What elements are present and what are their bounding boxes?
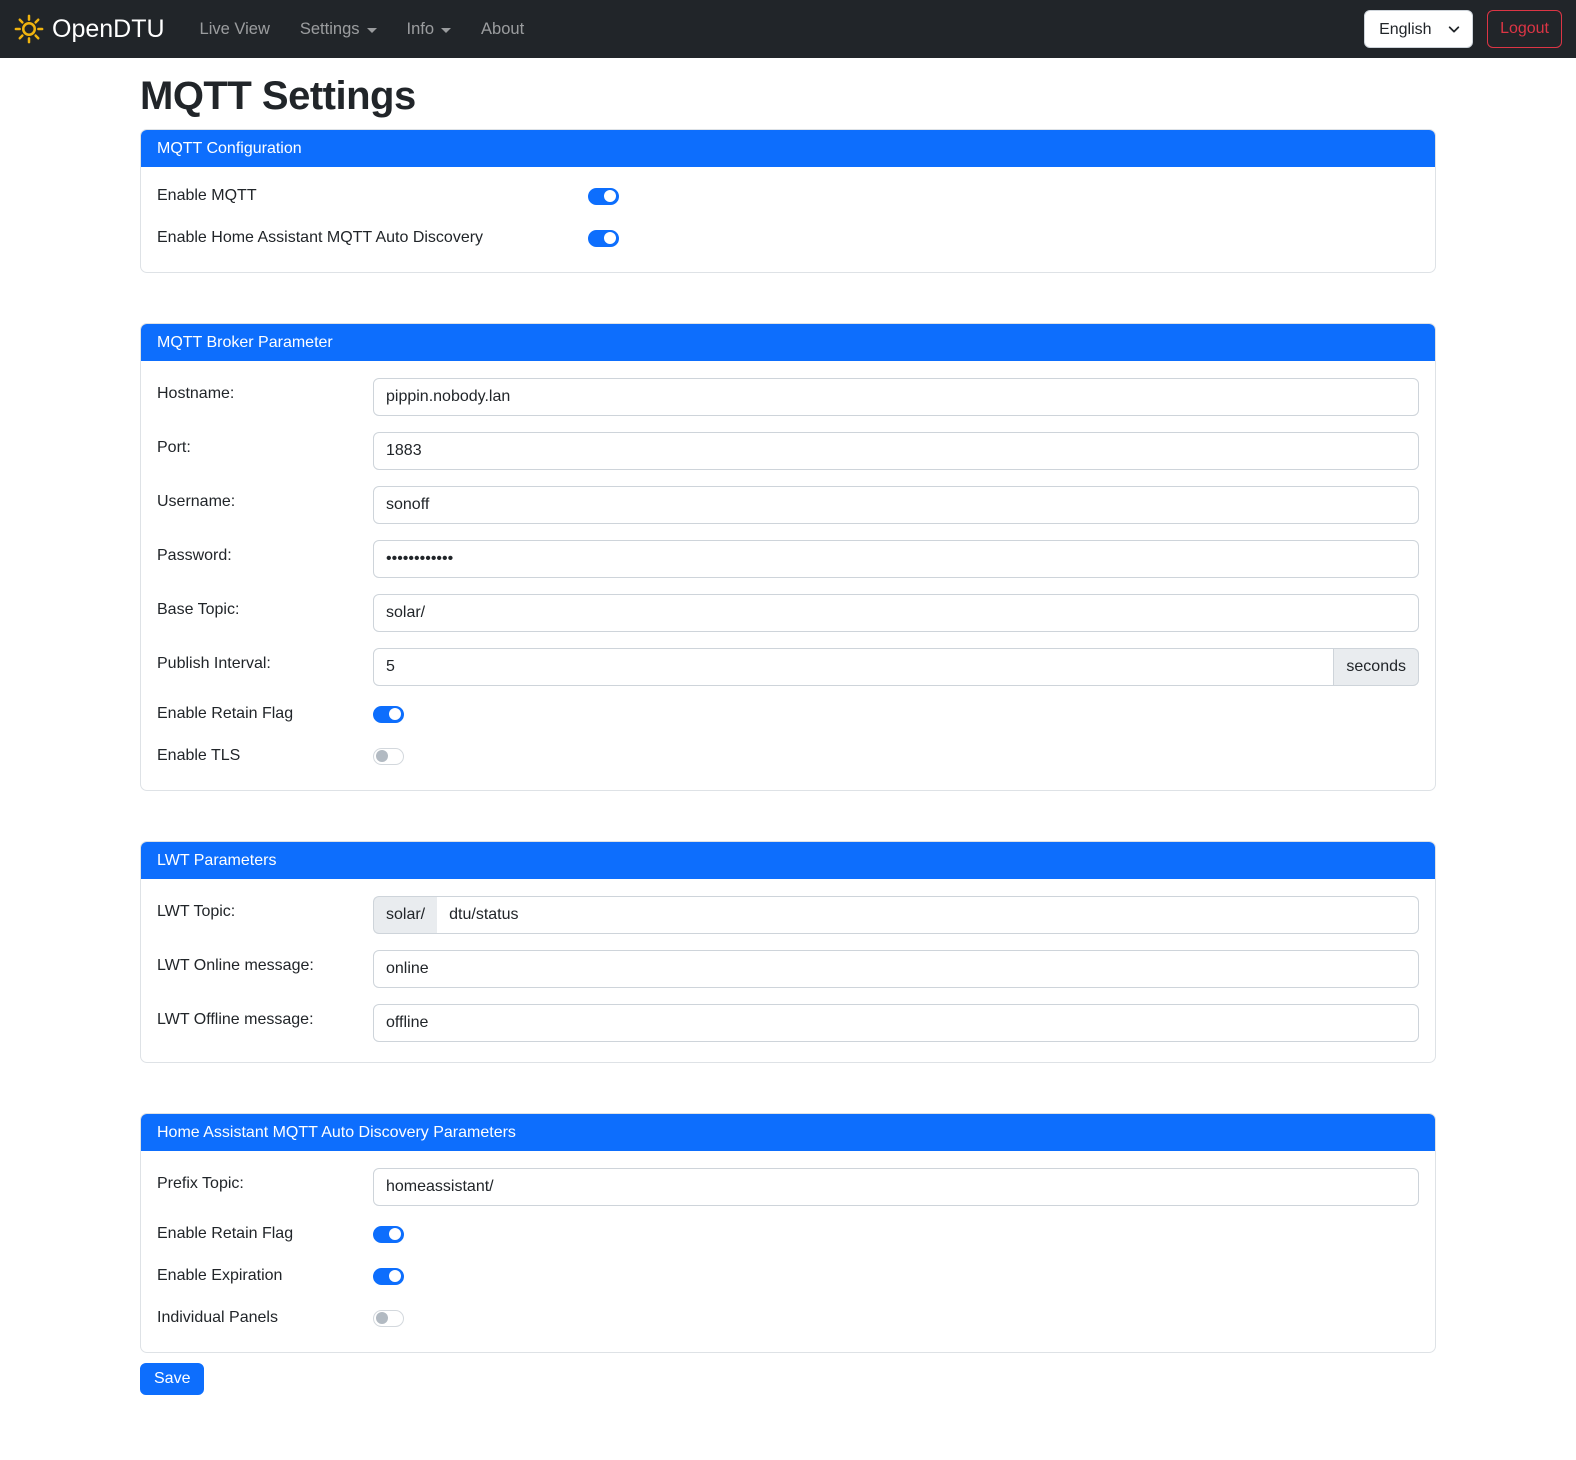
caret-down-icon: [441, 28, 451, 33]
enable-mqtt-label: Enable MQTT: [157, 187, 588, 205]
lwt-offline-label: LWT Offline message:: [157, 1004, 373, 1042]
nav-item-about[interactable]: About: [466, 12, 539, 47]
field-row-hostname: Hostname:: [157, 378, 1419, 416]
lwt-offline-input[interactable]: [373, 1004, 1419, 1042]
nav-item-settings[interactable]: Settings: [285, 12, 392, 47]
field-row-publish-interval: Publish Interval: seconds: [157, 648, 1419, 686]
hostname-input[interactable]: [373, 378, 1419, 416]
prefix-topic-input[interactable]: [373, 1168, 1419, 1206]
enable-mqtt-toggle[interactable]: [588, 188, 619, 205]
toggle-knob: [604, 232, 616, 244]
nav-right: English Logout: [1364, 10, 1562, 48]
seconds-addon: seconds: [1334, 648, 1419, 686]
username-label: Username:: [157, 486, 373, 524]
field-row-username: Username:: [157, 486, 1419, 524]
hostname-label: Hostname:: [157, 378, 373, 416]
field-row-port: Port:: [157, 432, 1419, 470]
retain-flag-toggle[interactable]: [373, 706, 404, 723]
port-input[interactable]: [373, 432, 1419, 470]
publish-interval-label: Publish Interval:: [157, 648, 373, 686]
switch-row-ha-expiration: Enable Expiration: [157, 1264, 1419, 1288]
lwt-online-input[interactable]: [373, 950, 1419, 988]
lwt-topic-input[interactable]: [437, 896, 1419, 934]
card-mqtt-broker-parameter: MQTT Broker Parameter Hostname: Port: Us…: [140, 323, 1436, 791]
switch-row-individual-panels: Individual Panels: [157, 1306, 1419, 1330]
card-mqtt-configuration: MQTT Configuration Enable MQTT Enable Ho…: [140, 129, 1436, 273]
ha-auto-discovery-label: Enable Home Assistant MQTT Auto Discover…: [157, 229, 588, 247]
card-ha-auto-discovery-parameters: Home Assistant MQTT Auto Discovery Param…: [140, 1113, 1436, 1353]
card-header: Home Assistant MQTT Auto Discovery Param…: [141, 1114, 1435, 1151]
nav-item-info[interactable]: Info: [392, 12, 467, 47]
toggle-knob: [389, 708, 401, 720]
field-row-lwt-topic: LWT Topic: solar/: [157, 896, 1419, 934]
ha-retain-flag-label: Enable Retain Flag: [157, 1225, 373, 1243]
switch-row-tls: Enable TLS: [157, 744, 1419, 768]
language-select-wrap: English: [1364, 10, 1473, 48]
switch-row-ha-retain-flag: Enable Retain Flag: [157, 1222, 1419, 1246]
switch-row-enable-mqtt: Enable MQTT: [157, 184, 1419, 208]
ha-retain-flag-toggle[interactable]: [373, 1226, 404, 1243]
brand[interactable]: OpenDTU: [14, 14, 165, 44]
publish-interval-input[interactable]: [373, 648, 1334, 686]
tls-label: Enable TLS: [157, 747, 373, 765]
base-topic-input[interactable]: [373, 594, 1419, 632]
username-input[interactable]: [373, 486, 1419, 524]
top-navbar: OpenDTU Live View Settings Info About En…: [0, 0, 1576, 58]
field-row-prefix-topic: Prefix Topic:: [157, 1168, 1419, 1206]
switch-row-ha-auto-discovery: Enable Home Assistant MQTT Auto Discover…: [157, 226, 1419, 250]
card-header: LWT Parameters: [141, 842, 1435, 879]
password-input[interactable]: [373, 540, 1419, 578]
toggle-knob: [376, 1312, 388, 1324]
lwt-topic-prefix-addon: solar/: [373, 896, 437, 934]
prefix-topic-label: Prefix Topic:: [157, 1168, 373, 1206]
brand-label: OpenDTU: [52, 15, 165, 44]
password-label: Password:: [157, 540, 373, 578]
ha-expiration-label: Enable Expiration: [157, 1267, 373, 1285]
individual-panels-label: Individual Panels: [157, 1309, 373, 1327]
field-row-base-topic: Base Topic:: [157, 594, 1419, 632]
field-row-lwt-offline: LWT Offline message:: [157, 1004, 1419, 1042]
logout-button[interactable]: Logout: [1487, 10, 1562, 48]
language-select[interactable]: English: [1364, 10, 1473, 48]
nav-item-live-view[interactable]: Live View: [185, 12, 285, 47]
switch-row-retain-flag: Enable Retain Flag: [157, 702, 1419, 726]
ha-auto-discovery-toggle[interactable]: [588, 230, 619, 247]
card-lwt-parameters: LWT Parameters LWT Topic: solar/ LWT Onl…: [140, 841, 1436, 1063]
port-label: Port:: [157, 432, 373, 470]
base-topic-label: Base Topic:: [157, 594, 373, 632]
card-header: MQTT Configuration: [141, 130, 1435, 167]
caret-down-icon: [367, 28, 377, 33]
ha-expiration-toggle[interactable]: [373, 1268, 404, 1285]
page-title: MQTT Settings: [140, 74, 1436, 119]
tls-toggle[interactable]: [373, 748, 404, 765]
main-container: MQTT Settings MQTT Configuration Enable …: [140, 58, 1436, 1415]
lwt-online-label: LWT Online message:: [157, 950, 373, 988]
lwt-topic-label: LWT Topic:: [157, 896, 373, 934]
toggle-knob: [389, 1270, 401, 1282]
retain-flag-label: Enable Retain Flag: [157, 705, 373, 723]
save-button[interactable]: Save: [140, 1363, 204, 1395]
toggle-knob: [389, 1228, 401, 1240]
field-row-password: Password:: [157, 540, 1419, 578]
sun-icon: [14, 14, 44, 44]
toggle-knob: [376, 750, 388, 762]
nav-links: Live View Settings Info About: [185, 12, 1365, 47]
card-header: MQTT Broker Parameter: [141, 324, 1435, 361]
field-row-lwt-online: LWT Online message:: [157, 950, 1419, 988]
toggle-knob: [604, 190, 616, 202]
individual-panels-toggle[interactable]: [373, 1310, 404, 1327]
